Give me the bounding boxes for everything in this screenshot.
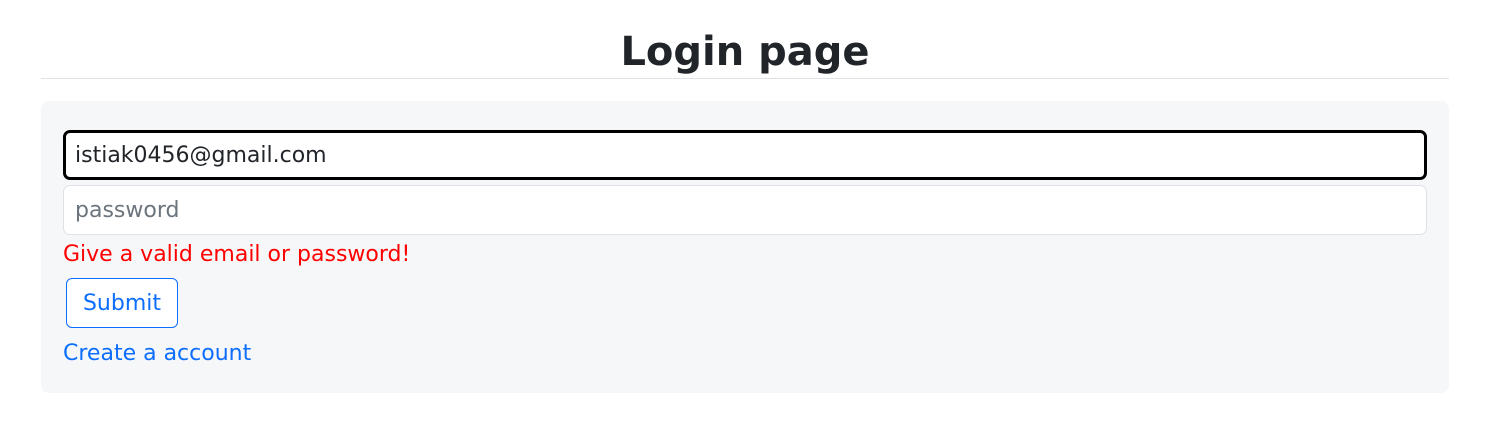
email-input[interactable] <box>63 130 1427 180</box>
login-page: Login page Give a valid email or passwor… <box>0 0 1505 427</box>
password-input[interactable] <box>63 185 1427 235</box>
title-divider <box>41 78 1449 79</box>
page-title: Login page <box>620 29 870 75</box>
error-message: Give a valid email or password! <box>63 242 411 267</box>
login-form: Give a valid email or password! Submit C… <box>41 101 1449 393</box>
create-account-link[interactable]: Create a account <box>63 339 251 369</box>
submit-button[interactable]: Submit <box>66 278 178 328</box>
